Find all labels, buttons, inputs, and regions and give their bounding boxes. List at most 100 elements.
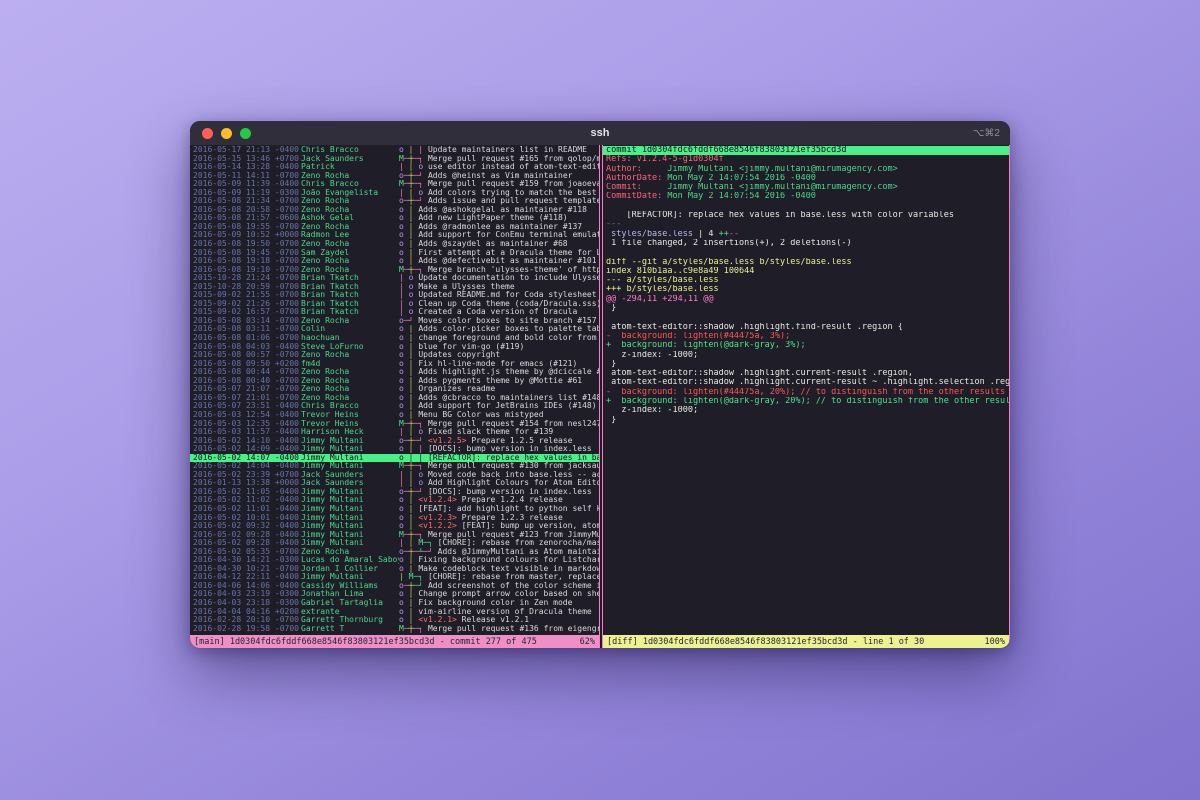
commit-row[interactable]: 2016-05-07 21:07 -0700Zeno Rochao │ Orga…	[190, 385, 599, 394]
diff-line: CommitDate: Mon May 2 14:07:54 2016 -040…	[603, 192, 1009, 201]
commit-row[interactable]: 2016-05-17 21:13 -0400Chris Braccoo │ │ …	[190, 146, 599, 155]
diff-line: Author: Jimmy Multani <jimmy.multani@mir…	[603, 165, 1009, 174]
window-shortcut-badge: ⌥⌘2	[973, 128, 1000, 139]
commit-row[interactable]: 2016-02-28 20:10 -0700Garrett Thornburgo…	[190, 616, 599, 625]
commit-row[interactable]: 2016-05-08 19:45 -0700Sam Zaydelo │ Firs…	[190, 249, 599, 258]
commit-row[interactable]: 2016-05-03 11:57 -0400Harrison Heck│ │ o…	[190, 428, 599, 437]
diff-line: 1 file changed, 2 insertions(+), 2 delet…	[603, 239, 1009, 248]
main-status-percent: 62%	[580, 637, 595, 647]
commit-row[interactable]: 2015-10-28 21:24 -0700Brian Tkatch│ o Up…	[190, 274, 599, 283]
commit-row[interactable]: 2015-09-02 21:26 -0700Brian Tkatch│ o Cl…	[190, 300, 599, 309]
diff-line: AuthorDate: Mon May 2 14:07:54 2016 -040…	[603, 174, 1009, 183]
traffic-lights	[202, 128, 251, 139]
commit-row[interactable]: 2016-05-08 09:50 +0200fm4do │ Fix hl-lin…	[190, 360, 599, 369]
diff-line: @@ -294,11 +294,11 @@	[603, 295, 1009, 304]
commit-row[interactable]: 2016-05-03 12:35 -0400Trevor HeinsM─┼─┐ …	[190, 420, 599, 429]
commit-row[interactable]: 2016-05-08 19:18 -0700Zeno Rochao │ Adds…	[190, 257, 599, 266]
diff-line: styles/base.less | 4 ++--	[603, 230, 1009, 239]
commit-row[interactable]: 2015-09-02 16:57 -0700Brian Tkatch│ o Cr…	[190, 308, 599, 317]
commit-row[interactable]: 2016-05-02 14:09 -0400Jimmy Multanio │ │…	[190, 445, 599, 454]
diff-statusbar: [diff] 1d0304fdc6fddf668e8546f83803121ef…	[603, 635, 1009, 648]
commit-row[interactable]: 2016-05-07 21:01 -0700Zeno Rochao │ Adds…	[190, 394, 599, 403]
commit-row[interactable]: 2016-05-02 10:01 -0400Jimmy Multanio │ <…	[190, 514, 599, 523]
commit-row[interactable]: 2016-05-11 14:11 -0700Zeno Rochao─┼─┘ Ad…	[190, 172, 599, 181]
diff-line: [REFACTOR]: replace hex values in base.l…	[603, 211, 1009, 220]
commit-row[interactable]: 2016-01-13 13:38 +0000Jack Saunders│ │ o…	[190, 479, 599, 488]
commit-row[interactable]: 2015-09-02 21:55 -0700Brian Tkatch│ o Up…	[190, 291, 599, 300]
commit-row[interactable]: 2016-05-08 19:50 -0700Zeno Rochao │ Adds…	[190, 240, 599, 249]
commit-row[interactable]: 2016-05-08 03:14 -0700Zeno Rochao─┘ Move…	[190, 317, 599, 326]
commit-row[interactable]: 2016-04-06 14:06 -0400Cassidy Williamso─…	[190, 582, 599, 591]
diff-line: + background: lighten(@dark-gray, 3%);	[603, 341, 1009, 350]
commit-row[interactable]: 2016-05-02 14:04 -0400Jimmy MultaniM─┼─┐…	[190, 462, 599, 471]
commit-row[interactable]: 2016-05-02 09:32 -0400Jimmy Multanio │ <…	[190, 522, 599, 531]
commit-row[interactable]: 2016-04-03 23:19 -0300Jonathan Limao │ C…	[190, 590, 599, 599]
diff-line: commit 1d0304fdc6fddf668e8546f83803121ef…	[603, 146, 1009, 155]
commit-row[interactable]: 2016-05-02 11:02 -0400Jimmy Multanio │ <…	[190, 496, 599, 505]
commit-row[interactable]: 2016-05-08 00:57 -0700Zeno Rochao │ Upda…	[190, 351, 599, 360]
diff-line: diff --git a/styles/base.less b/styles/b…	[603, 258, 1009, 267]
close-button[interactable]	[202, 128, 213, 139]
commit-row-selected[interactable]: 2016-05-02 14:07 -0400Jimmy Multanio │ │…	[190, 454, 599, 463]
commit-row[interactable]: 2016-05-14 13:28 -0400Patrick│ │ o use e…	[190, 163, 599, 172]
commit-row[interactable]: 2016-05-08 21:57 -0600Ashok Gelalo │ Add…	[190, 214, 599, 223]
commit-row[interactable]: 2016-05-02 09:28 -0400Jimmy Multani│ │ M…	[190, 539, 599, 548]
commit-row[interactable]: 2016-05-09 11:19 -0300João Evangelista│ …	[190, 189, 599, 198]
commit-row[interactable]: 2016-05-08 03:11 -0700Colino │ Adds colo…	[190, 325, 599, 334]
diff-line: Refs: v1.2.4-5-g1d0304f	[603, 155, 1009, 164]
commit-row[interactable]: 2016-05-08 19:55 -0700Zeno Rochao │ Adds…	[190, 223, 599, 232]
commit-row[interactable]: 2016-05-08 00:40 -0700Zeno Rochao │ Adds…	[190, 377, 599, 386]
commit-row[interactable]: 2016-05-15 13:46 +0700Jack SaundersM─┼─┐…	[190, 155, 599, 164]
commit-row[interactable]: 2016-05-02 11:05 -0400Jimmy Multanio─┼─┘…	[190, 488, 599, 497]
commit-row[interactable]: 2016-05-02 09:28 -0400Jimmy MultaniM─┼─┐…	[190, 531, 599, 540]
minimize-button[interactable]	[221, 128, 232, 139]
commit-row[interactable]: 2016-05-08 19:10 -0700Zeno RochaM─┼─┐ Me…	[190, 266, 599, 275]
diff-line: - background: lighten(#44475a, 20%); // …	[603, 388, 1009, 397]
diff-line: }	[603, 416, 1009, 425]
commit-row[interactable]: 2016-04-30 14:21 -0300Lucas do Amaral Sa…	[190, 556, 599, 565]
terminal-content: 2016-05-17 21:13 -0400Chris Braccoo │ │ …	[190, 145, 1010, 648]
commit-row[interactable]: 2016-05-02 23:39 +0700Jack Saunders│ │ o…	[190, 471, 599, 480]
diff-line: - background: lighten(#44475a, 3%);	[603, 332, 1009, 341]
diff-line: z-index: -1000;	[603, 406, 1009, 415]
commit-row[interactable]: 2016-05-07 23:51 -0400Chris Braccoo │ Ad…	[190, 402, 599, 411]
diff-line: +++ b/styles/base.less	[603, 285, 1009, 294]
commit-row[interactable]: 2016-05-02 11:01 -0400Jimmy Multanio │ […	[190, 505, 599, 514]
commit-log-pane: 2016-05-17 21:13 -0400Chris Braccoo │ │ …	[190, 145, 600, 648]
diff-line: }	[603, 304, 1009, 313]
window-title: ssh	[190, 127, 1010, 139]
diff-line: z-index: -1000;	[603, 351, 1009, 360]
diff-line: atom-text-editor::shadow .highlight.find…	[603, 323, 1009, 332]
titlebar[interactable]: ssh ⌥⌘2	[190, 121, 1010, 145]
commit-row[interactable]: 2015-10-28 20:59 -0700Brian Tkatch│ o Ma…	[190, 283, 599, 292]
commit-row[interactable]: 2016-04-03 23:18 -0300Gabriel Tartagliao…	[190, 599, 599, 608]
diff-line: --- a/styles/base.less	[603, 276, 1009, 285]
diff-line	[603, 313, 1009, 322]
main-status-text: [main] 1d0304fdc6fddf668e8546f83803121ef…	[194, 637, 537, 647]
terminal-window: ssh ⌥⌘2 2016-05-17 21:13 -0400Chris Brac…	[190, 121, 1010, 648]
commit-row[interactable]: 2016-05-09 10:52 +0000Radmon Leeo │ Add …	[190, 231, 599, 240]
diff-line: ---	[603, 220, 1009, 229]
diff-line	[603, 202, 1009, 211]
commit-row[interactable]: 2016-05-08 20:58 -0700Zeno Rochao │ Adds…	[190, 206, 599, 215]
diff-pane: commit 1d0304fdc6fddf668e8546f83803121ef…	[602, 145, 1010, 648]
diff-line: }	[603, 360, 1009, 369]
diff-status-text: [diff] 1d0304fdc6fddf668e8546f83803121ef…	[607, 637, 924, 647]
commit-row[interactable]: 2016-05-03 12:54 -0400Trevor Heinso │ Me…	[190, 411, 599, 420]
commit-row[interactable]: 2016-04-30 10:21 -0700Jordan I Colliero …	[190, 565, 599, 574]
commit-row[interactable]: 2016-05-08 01:06 -0700haochuano │ change…	[190, 334, 599, 343]
diff-line: atom-text-editor::shadow .highlight.curr…	[603, 369, 1009, 378]
zoom-button[interactable]	[240, 128, 251, 139]
commit-row[interactable]: 2016-05-09 11:39 -0400Chris BraccoM─┼─┐ …	[190, 180, 599, 189]
commit-row[interactable]: 2016-05-02 14:10 -0400Jimmy Multanio─┼─┘…	[190, 437, 599, 446]
main-statusbar: [main] 1d0304fdc6fddf668e8546f83803121ef…	[190, 635, 599, 648]
commit-row[interactable]: 2016-05-08 04:03 -0400Steve LoFurnoo │ b…	[190, 343, 599, 352]
commit-row[interactable]: 2016-05-02 05:35 -0700Zeno Rochao─┼─┴─┘ …	[190, 548, 599, 557]
commit-row[interactable]: 2016-04-04 04:16 +0200extranteo │ vim-ai…	[190, 608, 599, 617]
commit-row[interactable]: 2016-02-28 19:58 -0700Garrett TM─┼─┐ Mer…	[190, 625, 599, 634]
diff-status-percent: 100%	[985, 637, 1005, 647]
diff-line: Commit: Jimmy Multani <jimmy.multani@mir…	[603, 183, 1009, 192]
commit-row[interactable]: 2016-04-12 22:11 -0400Jimmy Multani│ M─┐…	[190, 573, 599, 582]
commit-row[interactable]: 2016-05-08 00:44 -0700Zeno Rochao │ Adds…	[190, 368, 599, 377]
commit-row[interactable]: 2016-05-08 21:34 -0700Zeno Rochao─┼─┘ Ad…	[190, 197, 599, 206]
